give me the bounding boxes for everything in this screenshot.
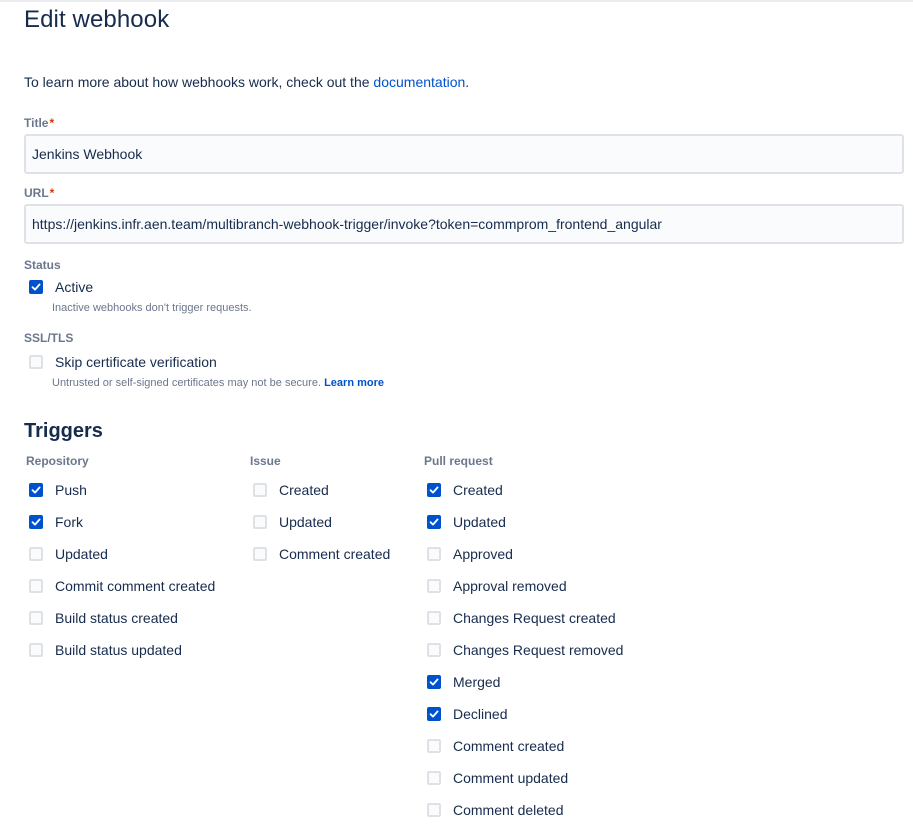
repository-push-label: Push [55, 482, 87, 498]
pull-request-changes-request-created-label: Changes Request created [453, 610, 616, 626]
pull-request-heading: Pull request [424, 454, 493, 468]
required-marker: * [49, 116, 55, 130]
repository-push-checkbox[interactable] [29, 483, 43, 497]
pull-request-comment-deleted-checkbox[interactable] [427, 803, 441, 817]
repository-fork-label: Fork [55, 514, 83, 530]
repository-trigger-push[interactable]: Push [29, 482, 87, 498]
pull-request-comment-created-label: Comment created [453, 738, 565, 754]
pull-request-trigger-comment-created[interactable]: Comment created [427, 738, 564, 754]
issue-updated-label: Updated [279, 514, 332, 530]
status-label: Status [24, 258, 61, 272]
checkmark-icon [429, 710, 439, 718]
active-checkbox-row[interactable]: Active [29, 279, 93, 295]
learn-more-link[interactable]: Learn more [324, 377, 384, 389]
repository-updated-label: Updated [55, 546, 108, 562]
active-checkbox[interactable] [29, 280, 43, 294]
pull-request-created-label: Created [453, 482, 503, 498]
issue-comment-created-checkbox[interactable] [253, 547, 267, 561]
pull-request-trigger-declined[interactable]: Declined [427, 706, 507, 722]
repository-trigger-build-status-created[interactable]: Build status created [29, 610, 178, 626]
repository-build-status-created-checkbox[interactable] [29, 611, 43, 625]
pull-request-changes-request-removed-checkbox[interactable] [427, 643, 441, 657]
checkmark-icon [429, 678, 439, 686]
top-divider [0, 0, 913, 2]
pull-request-comment-updated-checkbox[interactable] [427, 771, 441, 785]
checkmark-icon [31, 283, 41, 291]
intro-text: To learn more about how webhooks work, c… [24, 74, 470, 90]
pull-request-trigger-changes-request-created[interactable]: Changes Request created [427, 610, 616, 626]
active-help-text: Inactive webhooks don't trigger requests… [52, 302, 252, 314]
documentation-link[interactable]: documentation [373, 74, 465, 90]
pull-request-declined-label: Declined [453, 706, 508, 722]
issue-trigger-created[interactable]: Created [253, 482, 329, 498]
issue-created-label: Created [279, 482, 329, 498]
skip-cert-label: Skip certificate verification [55, 354, 217, 370]
pull-request-merged-label: Merged [453, 674, 501, 690]
repository-fork-checkbox[interactable] [29, 515, 43, 529]
title-input[interactable] [24, 134, 904, 174]
pull-request-trigger-updated[interactable]: Updated [427, 514, 506, 530]
checkmark-icon [31, 486, 41, 494]
checkmark-icon [429, 518, 439, 526]
issue-created-checkbox[interactable] [253, 483, 267, 497]
url-label: URL* [24, 186, 55, 200]
repository-updated-checkbox[interactable] [29, 547, 43, 561]
pull-request-trigger-comment-deleted[interactable]: Comment deleted [427, 802, 564, 818]
repository-heading: Repository [26, 454, 89, 468]
issue-trigger-updated[interactable]: Updated [253, 514, 332, 530]
repository-build-status-updated-checkbox[interactable] [29, 643, 43, 657]
pull-request-changes-request-removed-label: Changes Request removed [453, 642, 624, 658]
skip-cert-checkbox-row[interactable]: Skip certificate verification [29, 354, 217, 370]
repository-commit-comment-created-checkbox[interactable] [29, 579, 43, 593]
pull-request-created-checkbox[interactable] [427, 483, 441, 497]
triggers-title: Triggers [24, 420, 103, 442]
issue-heading: Issue [250, 454, 281, 468]
issue-trigger-comment-created[interactable]: Comment created [253, 546, 390, 562]
pull-request-trigger-created[interactable]: Created [427, 482, 503, 498]
active-label: Active [55, 279, 94, 295]
pull-request-comment-created-checkbox[interactable] [427, 739, 441, 753]
pull-request-trigger-approved[interactable]: Approved [427, 546, 513, 562]
checkmark-icon [31, 518, 41, 526]
pull-request-merged-checkbox[interactable] [427, 675, 441, 689]
required-marker: * [49, 186, 55, 200]
title-label: Title* [24, 116, 55, 130]
pull-request-declined-checkbox[interactable] [427, 707, 441, 721]
repository-trigger-commit-comment-created[interactable]: Commit comment created [29, 578, 215, 594]
pull-request-trigger-changes-request-removed[interactable]: Changes Request removed [427, 642, 623, 658]
page-title: Edit webhook [24, 6, 170, 33]
repository-trigger-build-status-updated[interactable]: Build status updated [29, 642, 182, 658]
repository-commit-comment-created-label: Commit comment created [55, 578, 216, 594]
pull-request-approval-removed-label: Approval removed [453, 578, 567, 594]
ssl-label: SSL/TLS [24, 331, 74, 345]
pull-request-updated-checkbox[interactable] [427, 515, 441, 529]
pull-request-approval-removed-checkbox[interactable] [427, 579, 441, 593]
issue-comment-created-label: Comment created [279, 546, 391, 562]
repository-trigger-fork[interactable]: Fork [29, 514, 83, 530]
pull-request-trigger-merged[interactable]: Merged [427, 674, 500, 690]
pull-request-trigger-approval-removed[interactable]: Approval removed [427, 578, 567, 594]
pull-request-changes-request-created-checkbox[interactable] [427, 611, 441, 625]
pull-request-updated-label: Updated [453, 514, 506, 530]
repository-trigger-updated[interactable]: Updated [29, 546, 108, 562]
repository-build-status-created-label: Build status created [55, 610, 178, 626]
pull-request-approved-checkbox[interactable] [427, 547, 441, 561]
pull-request-comment-updated-label: Comment updated [453, 770, 569, 786]
pull-request-comment-deleted-label: Comment deleted [453, 802, 564, 818]
issue-updated-checkbox[interactable] [253, 515, 267, 529]
repository-build-status-updated-label: Build status updated [55, 642, 182, 658]
pull-request-approved-label: Approved [453, 546, 513, 562]
skip-cert-checkbox[interactable] [29, 355, 43, 369]
pull-request-trigger-comment-updated[interactable]: Comment updated [427, 770, 568, 786]
url-input[interactable] [24, 204, 904, 244]
skip-cert-help-text: Untrusted or self-signed certificates ma… [52, 377, 384, 389]
checkmark-icon [429, 486, 439, 494]
